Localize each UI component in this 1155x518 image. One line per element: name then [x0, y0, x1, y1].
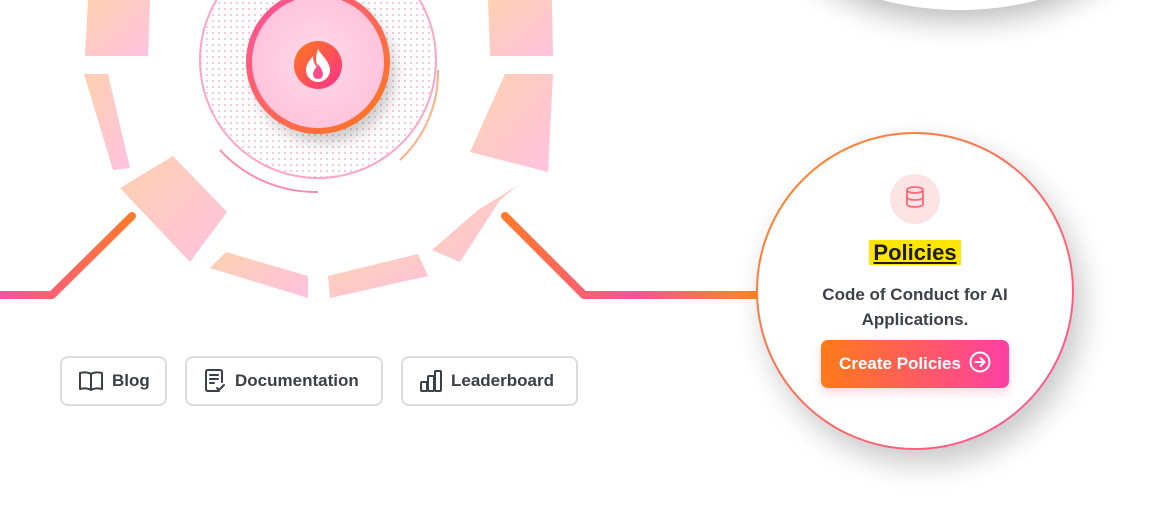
- arrow-right-circle-icon: [969, 351, 991, 378]
- ring-segment: [84, 74, 130, 170]
- ring-segment: [470, 74, 553, 172]
- create-policies-button[interactable]: Create Policies: [821, 340, 1009, 388]
- documentation-button[interactable]: Documentation: [185, 356, 383, 406]
- documentation-label: Documentation: [235, 371, 359, 390]
- policy-icon-badge: [890, 174, 940, 224]
- leaderboard-button[interactable]: Leaderboard: [401, 356, 578, 406]
- ring-segment: [488, 0, 553, 56]
- policy-card-title: Policies: [758, 240, 1072, 266]
- blog-label: Blog: [112, 371, 150, 390]
- ring-segment: [120, 156, 227, 262]
- bar-chart-icon: [419, 369, 443, 393]
- leaderboard-label: Leaderboard: [451, 371, 554, 390]
- database-icon: [904, 185, 926, 214]
- policy-title-text[interactable]: Policies: [869, 240, 961, 265]
- create-policies-label: Create Policies: [839, 354, 961, 373]
- policy-card-description: Code of Conduct for AI Applications.: [822, 285, 1008, 329]
- ring-segment: [432, 186, 517, 262]
- flame-icon: [294, 41, 342, 89]
- book-icon: [78, 369, 104, 393]
- connector-line-right: [501, 212, 764, 299]
- policies-card: Policies Code of Conduct for AI Applicat…: [756, 132, 1074, 450]
- blog-button[interactable]: Blog: [60, 356, 167, 406]
- ring-segment: [210, 252, 308, 298]
- connector-line-left: [0, 212, 136, 299]
- document-check-icon: [203, 368, 227, 394]
- ring-segment: [85, 0, 150, 56]
- ring-segment: [328, 254, 428, 298]
